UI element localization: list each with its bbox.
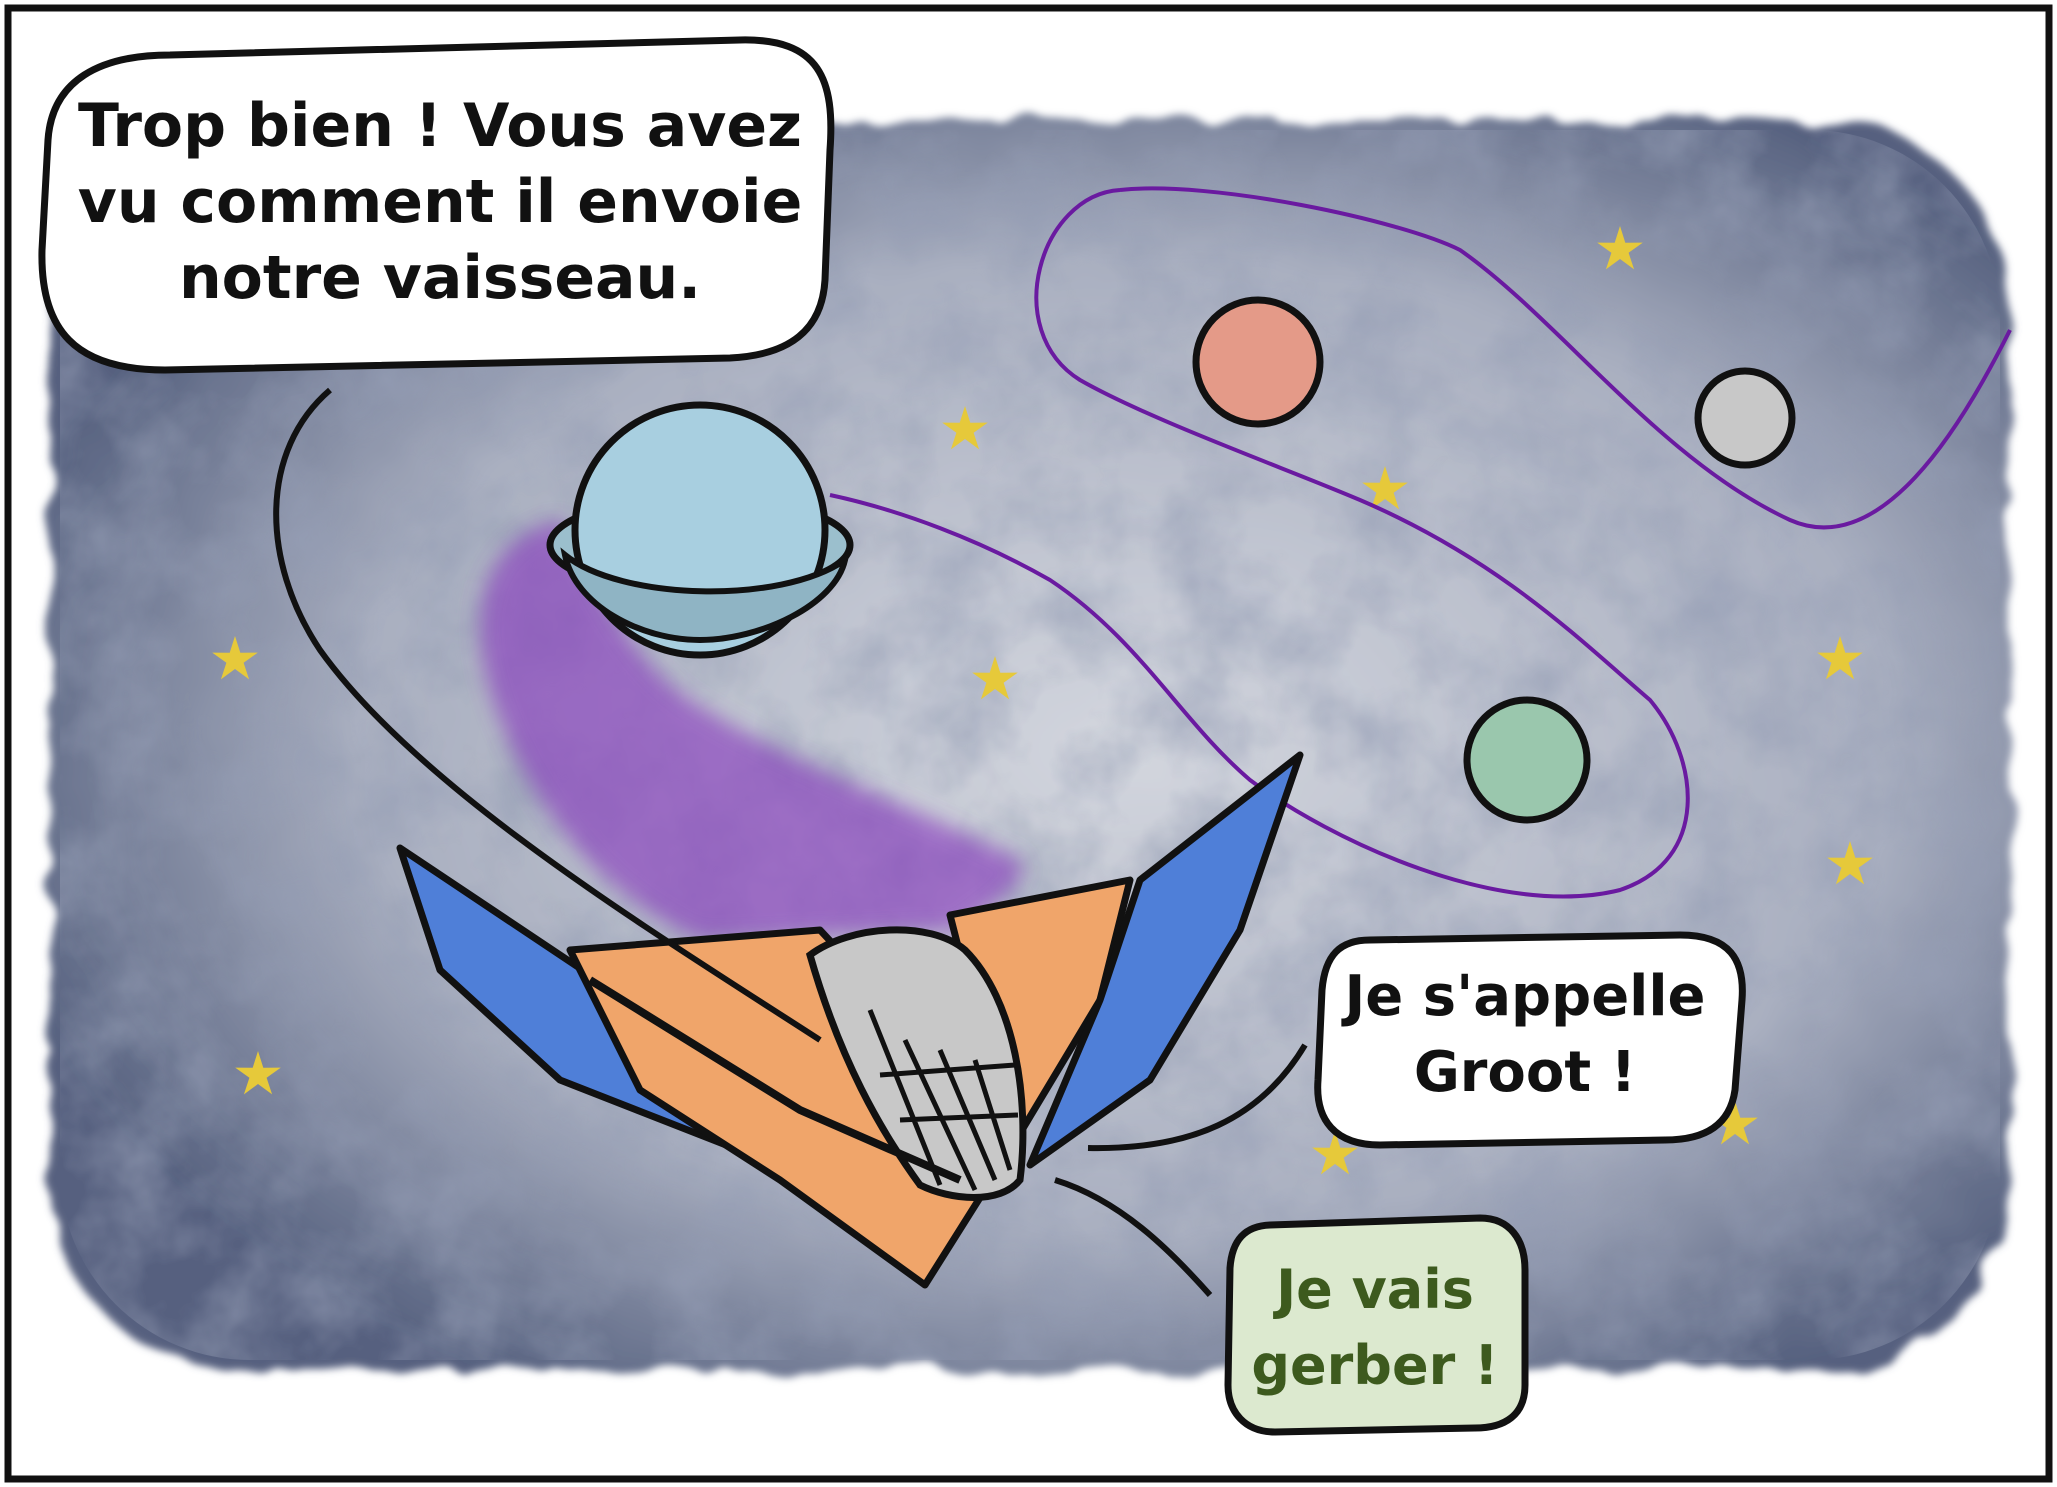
planet-icon [1192, 296, 1324, 428]
speech-text-narrator: Trop bien ! Vous avez vu comment il envo… [77, 91, 803, 313]
planet-icon [1463, 696, 1591, 824]
planet-icon [1694, 367, 1796, 469]
speech-text-groot: Je s'appelle Groot ! [1344, 964, 1706, 1105]
speech-text-sick: Je vais gerber ! [1251, 1257, 1499, 1397]
